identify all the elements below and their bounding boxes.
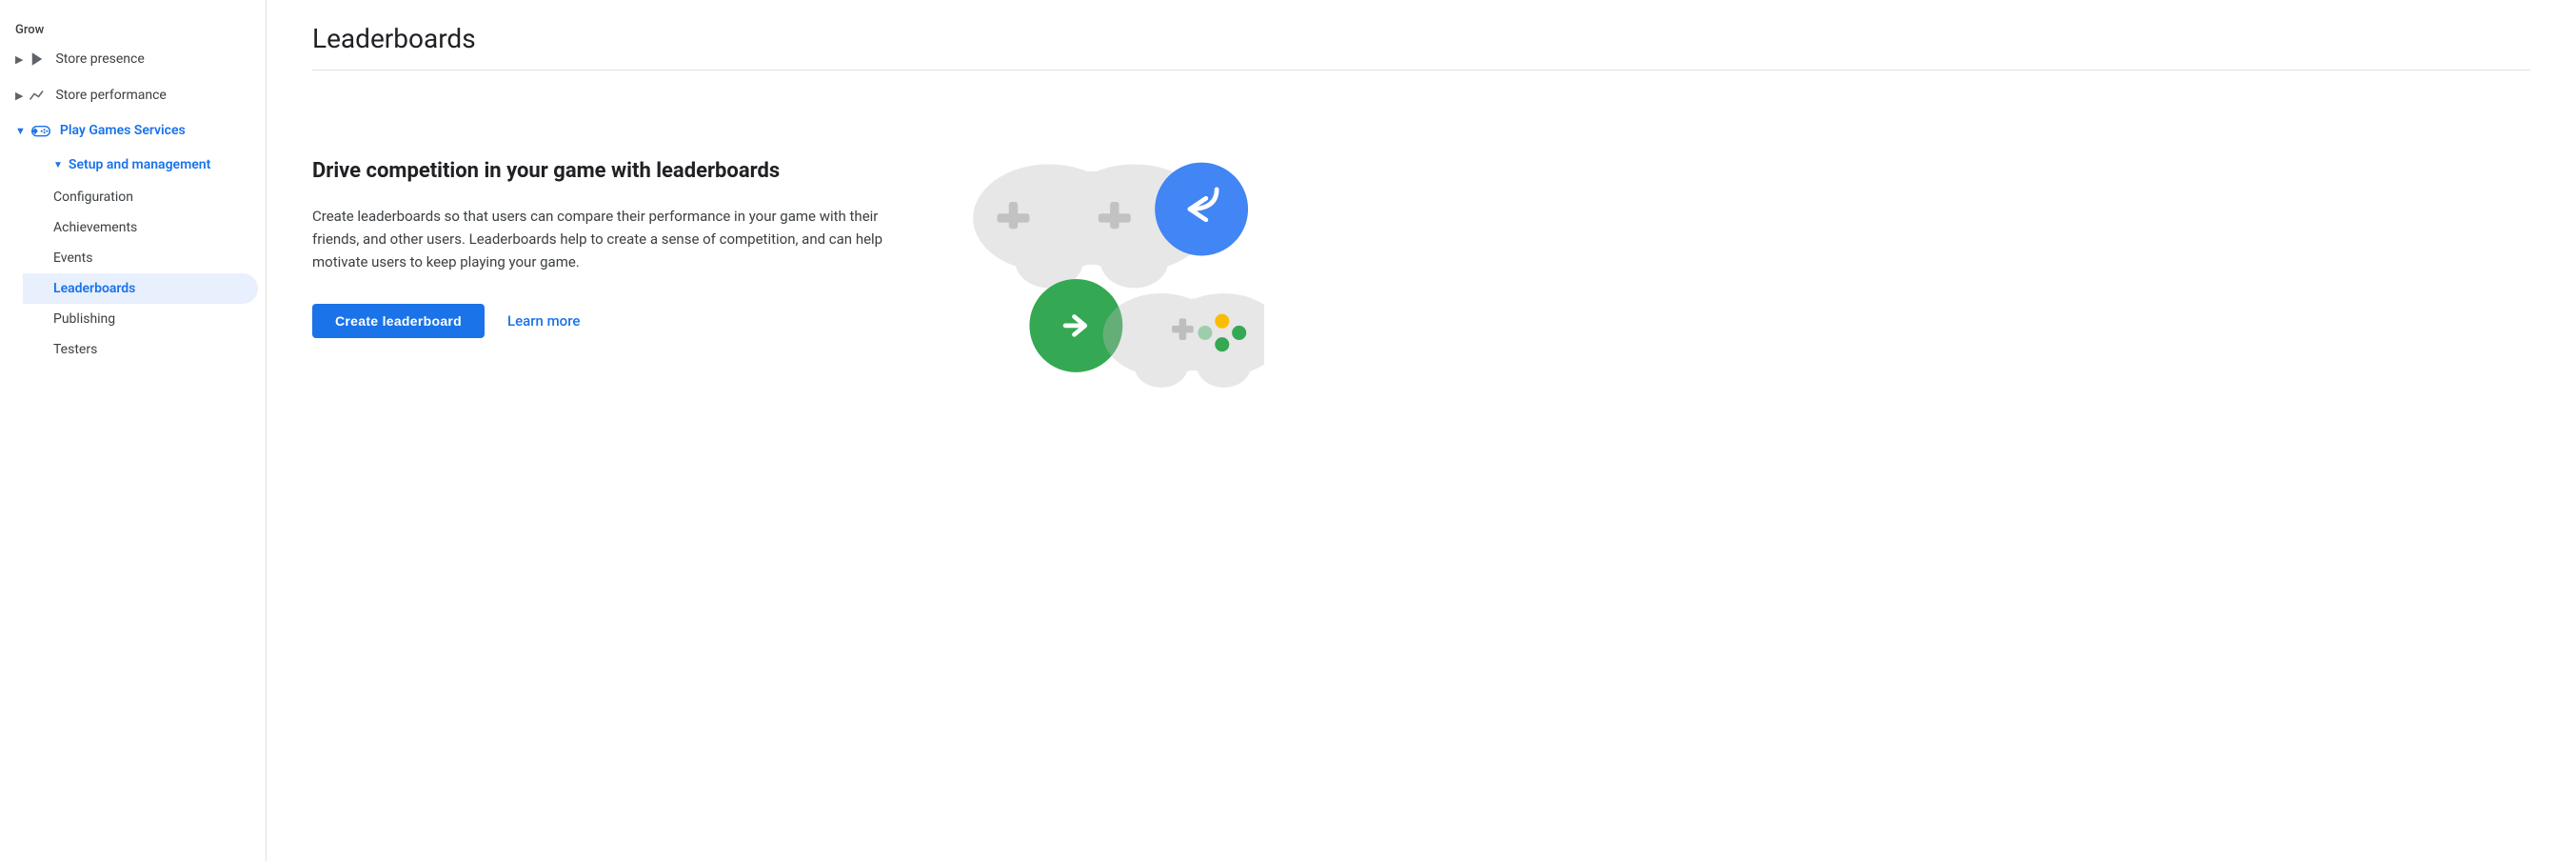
sidebar-item-label-store-performance: Store performance	[55, 88, 166, 103]
content-heading: Drive competition in your game with lead…	[312, 158, 921, 186]
page-title: Leaderboards	[312, 23, 2530, 54]
sidebar-item-events[interactable]: Events	[23, 243, 258, 273]
chevron-right-icon: ▶	[15, 53, 23, 66]
sidebar-item-label-play-games: Play Games Services	[60, 123, 186, 138]
sidebar-item-achievements[interactable]: Achievements	[23, 212, 258, 243]
store-presence-icon	[29, 50, 46, 68]
publishing-label: Publishing	[53, 311, 115, 327]
learn-more-link[interactable]: Learn more	[507, 312, 580, 330]
sidebar-item-play-games[interactable]: ▼ Play Games Services	[0, 113, 258, 148]
setup-management-label[interactable]: ▼ Setup and management	[23, 148, 258, 182]
store-performance-icon	[29, 87, 46, 104]
sidebar: Grow ▶ Store presence ▶ Store performanc…	[0, 0, 267, 861]
sidebar-item-store-presence[interactable]: ▶ Store presence	[0, 41, 258, 77]
testers-label: Testers	[53, 342, 97, 357]
setup-management-section: ▼ Setup and management Configuration Ach…	[0, 148, 266, 365]
content-body: Create leaderboards so that users can co…	[312, 205, 921, 273]
sidebar-item-label-store-presence: Store presence	[55, 51, 144, 67]
leaderboards-label: Leaderboards	[53, 281, 135, 296]
leaderboard-illustration	[960, 101, 1264, 425]
setup-management-text: Setup and management	[69, 157, 210, 172]
chevron-right-icon-perf: ▶	[15, 90, 23, 102]
main-content: Leaderboards Drive competition in your g…	[267, 0, 2576, 861]
text-section: Drive competition in your game with lead…	[312, 101, 921, 338]
achievements-label: Achievements	[53, 220, 137, 235]
page-area: Leaderboards Drive competition in your g…	[267, 0, 2576, 861]
sidebar-item-publishing[interactable]: Publishing	[23, 304, 258, 334]
chevron-down-icon: ▼	[15, 125, 26, 137]
grow-section-label: Grow	[0, 15, 266, 41]
configuration-label: Configuration	[53, 190, 133, 205]
sidebar-item-testers[interactable]: Testers	[23, 334, 258, 365]
actions-row: Create leaderboard Learn more	[312, 304, 921, 338]
sidebar-item-store-performance[interactable]: ▶ Store performance	[0, 77, 258, 113]
illustration-svg	[960, 101, 1264, 425]
sidebar-item-configuration[interactable]: Configuration	[23, 182, 258, 212]
play-games-icon	[31, 123, 50, 138]
content-wrapper: Drive competition in your game with lead…	[312, 101, 2530, 425]
create-leaderboard-button[interactable]: Create leaderboard	[312, 304, 485, 338]
events-label: Events	[53, 250, 92, 266]
sidebar-item-leaderboards[interactable]: Leaderboards	[23, 273, 258, 304]
chevron-down-icon-sub: ▼	[53, 160, 63, 170]
